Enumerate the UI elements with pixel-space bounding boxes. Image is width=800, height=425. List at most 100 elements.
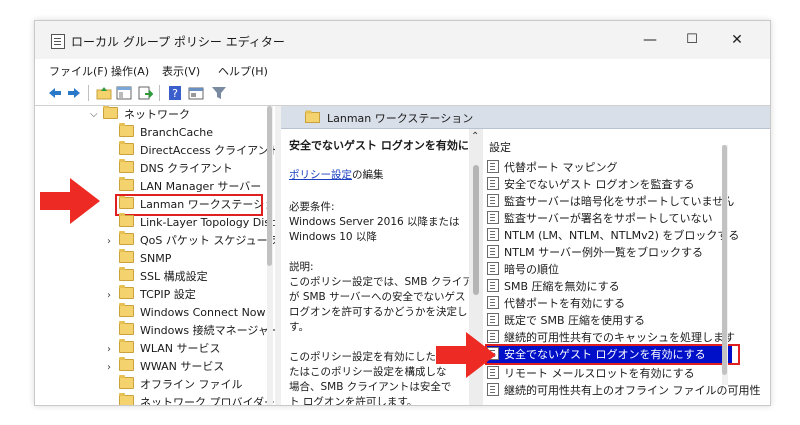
menu-file[interactable]: ファイル(F) bbox=[49, 63, 108, 79]
folder-icon bbox=[119, 159, 134, 173]
menu-bar: ファイル(F) 操作(A) 表示(V) ヘルプ(H) bbox=[35, 59, 770, 81]
window-title: ローカル グループ ポリシー エディター bbox=[71, 35, 285, 49]
tree-item[interactable]: Link-Layer Topology Disc bbox=[119, 213, 275, 232]
description-text: たはこのポリシー設定を構成しな bbox=[289, 366, 447, 378]
tree-item[interactable]: Windows 接続マネージャー bbox=[119, 321, 275, 340]
list-item[interactable]: NTLM (LM、NTLM、NTLMv2) をブロックする bbox=[487, 227, 739, 244]
window: ローカル グループ ポリシー エディター — ☐ ✕ ファイル(F) 操作(A)… bbox=[34, 20, 771, 406]
requirements-text: Windows Server 2016 以降または bbox=[289, 216, 460, 228]
list-item[interactable]: 監査サーバーが署名をサポートしていない bbox=[487, 210, 713, 227]
policy-setting-icon bbox=[487, 228, 499, 241]
tree-highlight-box bbox=[115, 194, 263, 216]
close-button[interactable]: ✕ bbox=[717, 29, 757, 51]
expand-chevron-icon[interactable]: › bbox=[107, 344, 111, 355]
tree-scrollbar[interactable] bbox=[267, 106, 273, 405]
list-highlight-box bbox=[485, 344, 740, 365]
list-item[interactable]: SMB 圧縮を無効にする bbox=[487, 278, 620, 295]
folder-icon bbox=[119, 267, 134, 281]
expand-chevron-icon[interactable]: › bbox=[107, 362, 111, 373]
gpedit-app-icon bbox=[51, 34, 65, 49]
toolbar: ? bbox=[35, 81, 770, 106]
help-icon[interactable]: ? bbox=[167, 85, 183, 101]
list-item[interactable]: リモート メールスロットを有効にする bbox=[487, 365, 695, 382]
description-text: が SMB サーバーへの安全でないゲスト bbox=[289, 291, 476, 303]
back-icon[interactable] bbox=[47, 85, 63, 101]
menu-action[interactable]: 操作(A) bbox=[111, 63, 149, 79]
folder-icon bbox=[119, 213, 134, 227]
red-arrow-list-icon bbox=[436, 332, 496, 378]
description-label: 説明: bbox=[289, 261, 314, 273]
expand-chevron-icon[interactable]: › bbox=[107, 236, 111, 247]
edit-policy-link[interactable]: ポリシー設定 bbox=[289, 169, 352, 181]
list-item[interactable]: NTLM サーバー例外一覧をブロックする bbox=[487, 244, 703, 261]
show-hide-tree-icon[interactable] bbox=[116, 85, 132, 101]
collapse-chevron-icon[interactable]: ⌵ bbox=[90, 109, 98, 120]
policy-setting-icon bbox=[487, 313, 499, 326]
policy-setting-icon bbox=[487, 279, 499, 292]
requirements-label: 必要条件: bbox=[289, 201, 335, 213]
tree-item[interactable]: DirectAccess クライアント エ bbox=[119, 141, 275, 160]
list-scrollbar[interactable] bbox=[722, 145, 728, 385]
folder-up-icon[interactable] bbox=[96, 85, 112, 101]
description-text: す。 bbox=[289, 321, 309, 333]
tree-item[interactable]: SNMP bbox=[119, 249, 171, 268]
detail-header: Lanman ワークステーション bbox=[281, 106, 770, 129]
list-item[interactable]: 既定で SMB 圧縮を使用する bbox=[487, 312, 645, 329]
tree-item[interactable]: DNS クライアント bbox=[119, 159, 233, 178]
list-scroll-thumb[interactable] bbox=[722, 145, 727, 375]
description-text: ト ログオンを許可します。 bbox=[289, 396, 418, 405]
minimize-button[interactable]: — bbox=[630, 29, 670, 51]
policy-setting-icon bbox=[487, 194, 499, 207]
policy-setting-icon bbox=[487, 296, 499, 309]
forward-icon[interactable] bbox=[66, 85, 82, 101]
folder-icon bbox=[119, 123, 134, 137]
list-item[interactable]: 代替ポートを有効にする bbox=[487, 295, 625, 312]
edit-policy-line: ポリシー設定の編集 bbox=[289, 169, 384, 181]
folder-icon bbox=[119, 141, 134, 155]
tree-item[interactable]: オフライン ファイル bbox=[119, 375, 243, 394]
description-text: ログオンを許可するかどうかを決定しま bbox=[289, 306, 478, 318]
tree-item[interactable]: Windows Connect Now bbox=[119, 303, 266, 322]
title-bar: ローカル グループ ポリシー エディター — ☐ ✕ bbox=[35, 21, 770, 59]
folder-icon bbox=[119, 375, 134, 389]
toolbar-separator bbox=[88, 85, 89, 101]
filter-icon[interactable] bbox=[211, 85, 227, 101]
description-scroll-thumb[interactable] bbox=[473, 165, 479, 295]
tree-item[interactable]: WWAN サービス bbox=[119, 357, 224, 376]
list-item[interactable]: 継続的可用性共有上のオフライン ファイルの可用性 bbox=[487, 382, 761, 399]
description-text: このポリシー設定では、SMB クライアント bbox=[289, 276, 483, 288]
menu-help[interactable]: ヘルプ(H) bbox=[218, 63, 268, 79]
tree-item[interactable]: WLAN サービス bbox=[119, 339, 221, 358]
folder-open-icon bbox=[305, 110, 320, 123]
list-item[interactable]: 代替ポート マッピング bbox=[487, 159, 618, 176]
folder-icon bbox=[119, 339, 134, 353]
tree-item[interactable]: ネットワーク プロバイダー bbox=[119, 393, 275, 405]
policy-setting-icon bbox=[487, 383, 499, 396]
tree-item[interactable]: TCPIP 設定 bbox=[119, 285, 196, 304]
folder-icon bbox=[119, 393, 134, 405]
column-header-setting[interactable]: 設定 bbox=[489, 139, 511, 156]
folder-icon bbox=[103, 106, 118, 119]
scroll-up-icon[interactable]: ⌃ bbox=[471, 131, 479, 142]
policy-setting-icon bbox=[487, 177, 499, 190]
tree-item-network[interactable]: ネットワーク bbox=[103, 106, 190, 124]
export-list-icon[interactable] bbox=[137, 85, 153, 101]
properties-icon[interactable] bbox=[188, 85, 204, 101]
svg-text:?: ? bbox=[172, 87, 178, 100]
menu-view[interactable]: 表示(V) bbox=[162, 63, 200, 79]
policy-setting-icon bbox=[487, 211, 499, 224]
list-item[interactable]: 安全でないゲスト ログオンを監査する bbox=[487, 176, 695, 193]
tree-scroll-thumb[interactable] bbox=[267, 106, 272, 266]
tree-item[interactable]: SSL 構成設定 bbox=[119, 267, 208, 286]
detail-header-title: Lanman ワークステーション bbox=[327, 112, 474, 125]
policy-setting-icon bbox=[487, 262, 499, 275]
list-item[interactable]: 監査サーバーは暗号化をサポートしていません bbox=[487, 193, 734, 210]
expand-chevron-icon[interactable]: › bbox=[107, 290, 111, 301]
policy-setting-icon bbox=[487, 160, 499, 173]
list-item[interactable]: 暗号の順位 bbox=[487, 261, 559, 278]
tree-item[interactable]: BranchCache bbox=[119, 123, 213, 142]
tree-item[interactable]: QoS パケット スケジューラ bbox=[119, 231, 275, 250]
folder-icon bbox=[119, 321, 134, 335]
folder-icon bbox=[119, 231, 134, 245]
maximize-button[interactable]: ☐ bbox=[672, 29, 712, 51]
